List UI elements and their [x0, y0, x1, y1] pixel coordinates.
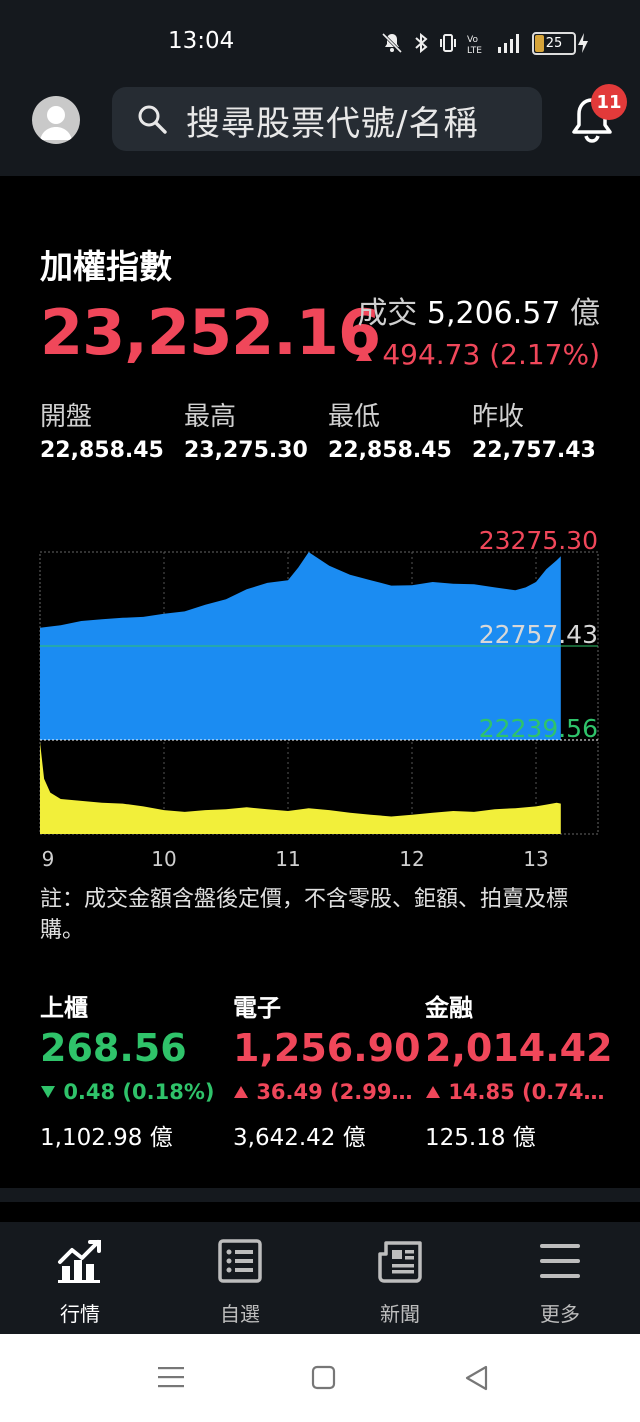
- nav-market[interactable]: 行情: [20, 1238, 140, 1327]
- y-label-low: 22239.56: [479, 714, 598, 743]
- stat-high-value: 23,275.30: [184, 438, 308, 463]
- notification-badge: 11: [591, 84, 627, 120]
- electronics-value: 1,256.90: [233, 1026, 421, 1070]
- nav-news[interactable]: 新聞: [340, 1238, 460, 1327]
- x-tick-label: 13: [523, 847, 548, 871]
- turnover-value: 5,206.57: [426, 296, 561, 331]
- x-tick-label: 11: [275, 847, 300, 871]
- index-title: 加權指數: [40, 247, 172, 286]
- electronics-change-text: 36.49 (2.99%): [256, 1080, 413, 1104]
- user-icon: [40, 106, 72, 140]
- status-icons: Vo LTE 25: [380, 28, 590, 58]
- otc-change-text: 0.48 (0.18%): [63, 1080, 215, 1104]
- battery-indicator: 25: [532, 31, 590, 55]
- x-tick-label: 12: [399, 847, 424, 871]
- finance-value: 2,014.42: [425, 1026, 613, 1070]
- chart-icon: [58, 1240, 101, 1283]
- stat-open-value: 22,858.45: [40, 438, 164, 463]
- intraday-chart[interactable]: 23275.30 22757.43 22239.56 9 10 11 12 13: [0, 520, 640, 880]
- otc-value: 268.56: [40, 1026, 187, 1070]
- home-icon[interactable]: [311, 1365, 337, 1391]
- index-change: 494.73 (2.17%): [355, 338, 600, 371]
- up-triangle-icon: [356, 347, 373, 361]
- finance-change-text: 14.85 (0.74%): [448, 1080, 605, 1104]
- otc-volume: 1,102.98 億: [40, 1125, 173, 1151]
- svg-text:LTE: LTE: [467, 46, 482, 55]
- battery-icon: 25: [532, 31, 576, 55]
- stat-open-label: 開盤: [40, 402, 93, 432]
- turnover-note: 註：成交金額含盤後定價，不含零股、鉅額、拍賣及標購。: [40, 887, 569, 943]
- turnover-label: 成交: [357, 296, 418, 331]
- up-triangle-icon: [426, 1086, 440, 1098]
- electronics-volume: 3,642.42 億: [233, 1125, 366, 1151]
- nav-news-label: 新聞: [380, 1302, 420, 1326]
- stat-high-label: 最高: [184, 402, 237, 432]
- battery-level: 25: [545, 35, 563, 51]
- status-time: 13:04: [168, 28, 235, 54]
- volume-area: [40, 742, 561, 834]
- news-icon: [378, 1241, 422, 1283]
- volte-icon: VoLTE: [467, 35, 482, 55]
- mute-bell-icon: [381, 32, 403, 54]
- stat-prevclose-value: 22,757.43: [472, 438, 596, 463]
- menu-icon: [540, 1244, 580, 1278]
- back-icon[interactable]: [464, 1365, 490, 1391]
- nav-market-label: 行情: [60, 1302, 100, 1326]
- signal-4g-icon: [498, 34, 519, 53]
- svg-text:Vo: Vo: [467, 35, 478, 45]
- avatar[interactable]: [32, 96, 80, 144]
- electronics-name: 電子: [233, 994, 281, 1022]
- recent-apps-icon[interactable]: [158, 1364, 184, 1390]
- system-nav-bar: [0, 1334, 640, 1422]
- stat-prevclose-label: 昨收: [472, 402, 525, 432]
- y-label-ref: 22757.43: [479, 620, 598, 649]
- finance-name: 金融: [425, 994, 473, 1022]
- nav-more-label: 更多: [540, 1302, 580, 1326]
- charging-icon: [578, 33, 588, 53]
- stat-low-label: 最低: [328, 402, 381, 432]
- up-triangle-icon: [234, 1086, 248, 1098]
- nav-separator: [0, 1188, 640, 1202]
- finance-volume: 125.18 億: [425, 1125, 536, 1151]
- otc-change: 0.48 (0.18%): [40, 1080, 220, 1104]
- finance-change: 14.85 (0.74%): [425, 1080, 605, 1104]
- index-value: 23,252.16: [40, 296, 381, 369]
- turnover-row: 成交 5,206.57 億: [357, 288, 600, 332]
- nav-more[interactable]: 更多: [500, 1238, 620, 1327]
- stat-low-value: 22,858.45: [328, 438, 452, 463]
- index-change-text: 494.73 (2.17%): [382, 338, 600, 371]
- electronics-change: 36.49 (2.99%): [233, 1080, 413, 1104]
- vibrate-icon: [440, 34, 456, 52]
- y-label-high: 23275.30: [479, 526, 598, 555]
- otc-name: 上櫃: [40, 994, 88, 1022]
- x-tick-label: 9: [42, 847, 55, 871]
- turnover-unit: 億: [570, 296, 600, 331]
- nav-watchlist[interactable]: 自選: [180, 1238, 300, 1327]
- bluetooth-icon: [415, 32, 428, 54]
- search-placeholder: 搜尋股票代號/名稱: [186, 104, 479, 144]
- nav-watchlist-label: 自選: [220, 1302, 260, 1326]
- search-icon: [138, 105, 167, 134]
- watchlist-icon: [218, 1239, 262, 1283]
- x-tick-label: 10: [151, 847, 176, 871]
- down-triangle-icon: [41, 1086, 55, 1098]
